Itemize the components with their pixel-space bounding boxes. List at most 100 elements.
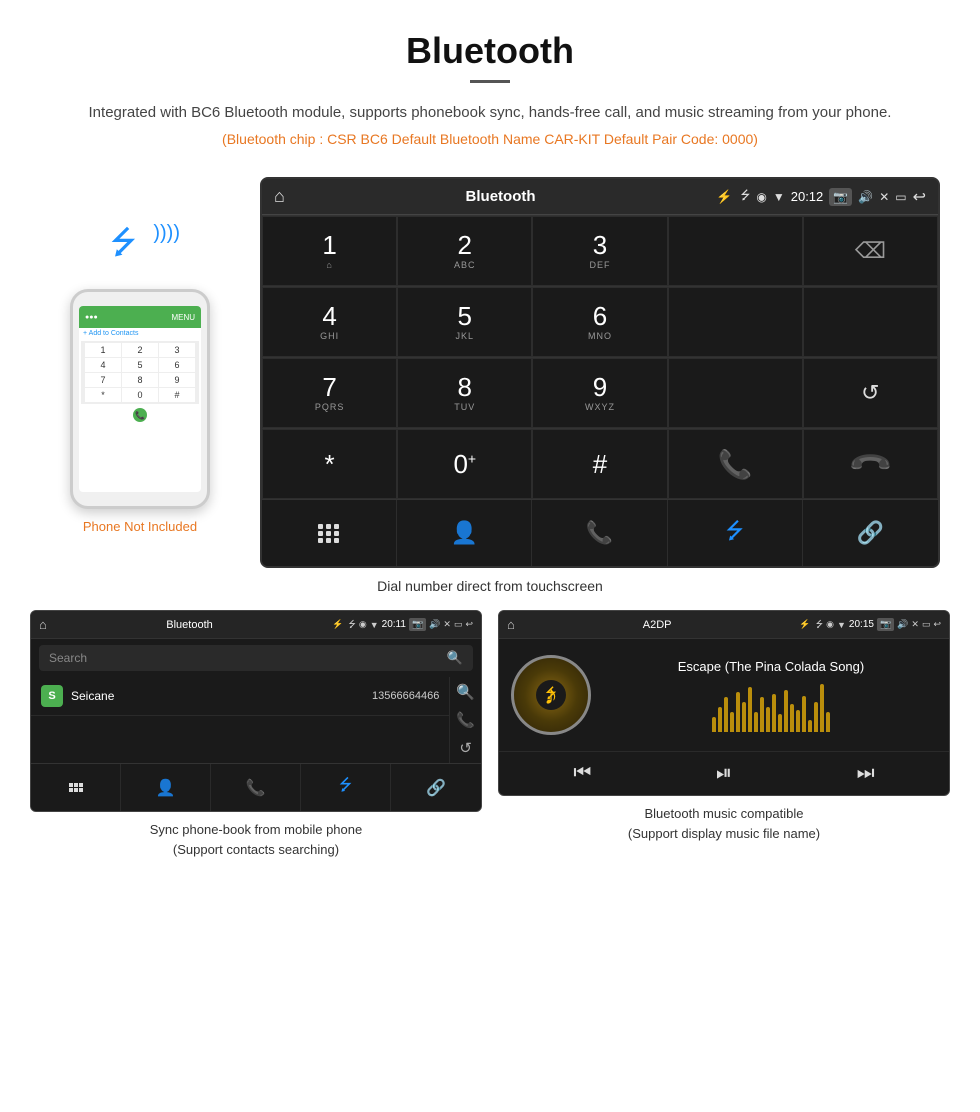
phone-bottom-bar: 📞 — [79, 406, 201, 424]
ms-cam-icon: 📷 — [877, 618, 894, 631]
pb-link-icon: 🔗 — [426, 778, 446, 798]
pb-person-icon: 👤 — [156, 778, 176, 798]
ms-time: 20:15 — [849, 619, 874, 630]
pb-nav-dialpad[interactable] — [31, 764, 121, 811]
pb-call-icon: 📞 — [246, 778, 266, 798]
pb-bt-nav-icon: ⭍ — [339, 774, 352, 801]
nav-dialpad-btn[interactable] — [262, 500, 397, 566]
music-screen: ⌂ A2DP ⚡ ⭍ ◉ ▼ 20:15 📷 🔊 ✕ ▭ ↩ — [498, 610, 950, 796]
nav-contacts-btn[interactable]: 👤 — [397, 500, 532, 566]
home-icon[interactable]: ⌂ — [274, 186, 285, 207]
ms-vol-icon: 🔊 — [897, 619, 908, 630]
ms-wifi-icon: ▼ — [837, 620, 846, 630]
pb-content-area: S Seicane 13566664466 🔍 📞 ↺ — [31, 677, 481, 763]
key-8[interactable]: 8 TUV — [397, 358, 532, 428]
back-icon[interactable]: ↩ — [913, 187, 926, 207]
nav-bluetooth-btn[interactable]: ⭍ — [668, 500, 803, 566]
ms-equalizer — [605, 682, 937, 732]
bluetooth-status-icon: ⭍ — [740, 186, 750, 207]
key-4[interactable]: 4 GHI — [262, 287, 397, 357]
ms-status-icons: ⭍ ◉ ▼ 20:15 📷 🔊 ✕ ▭ ↩ — [816, 617, 941, 633]
ms-home-icon[interactable]: ⌂ — [507, 617, 515, 632]
ms-song-title: Escape (The Pina Colada Song) — [605, 659, 937, 674]
pb-side-phone-icon[interactable]: 📞 — [456, 711, 475, 729]
dial-status-icons: ⭍ ◉ ▼ 20:12 📷 🔊 ✕ ▭ ↩ — [740, 186, 926, 207]
ms-status-bar: ⌂ A2DP ⚡ ⭍ ◉ ▼ 20:15 📷 🔊 ✕ ▭ ↩ — [499, 611, 949, 639]
phone-screen-header: ●●● MENU — [79, 306, 201, 328]
key-empty-2 — [668, 287, 803, 357]
pb-home-icon[interactable]: ⌂ — [39, 617, 47, 632]
pb-status-bar: ⌂ Bluetooth ⚡ ⭍ ◉ ▼ 20:11 📷 🔊 ✕ ▭ ↩ — [31, 611, 481, 639]
pb-back-icon[interactable]: ↩ — [465, 619, 473, 630]
key-hash[interactable]: # — [532, 429, 667, 499]
usb-icon: ⚡ — [716, 189, 732, 205]
key-call-green[interactable]: 📞 — [668, 429, 803, 499]
ms-play-pause-btn[interactable]: ⏯ — [716, 762, 732, 785]
key-1[interactable]: 1 ⌂ — [262, 216, 397, 286]
pb-contacts-list: S Seicane 13566664466 — [31, 677, 449, 763]
pb-nav-person[interactable]: 👤 — [121, 764, 211, 811]
key-0[interactable]: 0+ — [397, 429, 532, 499]
eq-bar-9 — [760, 697, 764, 732]
pb-dialpad-icon — [69, 783, 83, 792]
nav-phone-btn[interactable]: 📞 — [532, 500, 667, 566]
keypad-row-3: 7 PQRS 8 TUV 9 WXYZ ↺ — [262, 357, 938, 428]
bluetooth-waves-icon: )))) — [153, 222, 180, 245]
dial-screen: ⌂ Bluetooth ⚡ ⭍ ◉ ▼ 20:12 📷 🔊 ✕ ▭ ↩ 1 ⌂ — [260, 177, 940, 568]
pb-contact-name: Seicane — [71, 689, 364, 703]
window-icon[interactable]: ▭ — [895, 190, 906, 204]
ms-title: A2DP — [643, 619, 672, 631]
pb-contact-row[interactable]: S Seicane 13566664466 — [31, 677, 449, 716]
key-star[interactable]: * — [262, 429, 397, 499]
key-refresh[interactable]: ↺ — [803, 358, 938, 428]
nav-link-btn[interactable]: 🔗 — [803, 500, 938, 566]
dial-status-bar: ⌂ Bluetooth ⚡ ⭍ ◉ ▼ 20:12 📷 🔊 ✕ ▭ ↩ — [262, 179, 938, 215]
key-backspace[interactable]: ⌫ — [803, 216, 938, 286]
volume-icon[interactable]: 🔊 — [858, 190, 873, 204]
main-content-area: ⭍ )))) ●●● MENU + Add to Contacts 1 2 3 … — [0, 177, 980, 568]
pb-side-refresh-icon[interactable]: ↺ — [459, 739, 472, 757]
status-time: 20:12 — [791, 189, 824, 204]
ms-back-icon[interactable]: ↩ — [933, 619, 941, 630]
key-3[interactable]: 3 DEF — [532, 216, 667, 286]
contacts-icon: 👤 — [451, 520, 478, 546]
ms-rect-icon: ▭ — [922, 619, 931, 630]
key-5[interactable]: 5 JKL — [397, 287, 532, 357]
eq-bar-11 — [772, 694, 776, 732]
pb-time: 20:11 — [382, 619, 406, 630]
pb-search-placeholder: Search — [49, 651, 87, 665]
eq-bar-3 — [724, 697, 728, 732]
camera-icon[interactable]: 📷 — [829, 188, 852, 206]
keypad-row-2: 4 GHI 5 JKL 6 MNO — [262, 286, 938, 357]
pb-bottom-nav: 👤 📞 ⭍ 🔗 — [31, 763, 481, 811]
ms-prev-btn[interactable]: ⏮ — [573, 762, 591, 785]
title-divider — [470, 80, 510, 83]
ms-info: Escape (The Pina Colada Song) — [605, 659, 937, 732]
page-header: Bluetooth Integrated with BC6 Bluetooth … — [0, 0, 980, 177]
pb-search-bar[interactable]: Search 🔍 — [39, 645, 473, 671]
pb-wifi-icon: ▼ — [370, 620, 379, 630]
ms-loc-icon: ◉ — [826, 619, 834, 630]
page-description: Integrated with BC6 Bluetooth module, su… — [60, 101, 920, 125]
eq-bar-2 — [718, 707, 722, 732]
dialpad-icon — [318, 524, 340, 543]
key-9[interactable]: 9 WXYZ — [532, 358, 667, 428]
ms-next-btn[interactable]: ⏭ — [857, 762, 875, 785]
key-2[interactable]: 2 ABC — [397, 216, 532, 286]
phonebook-card: ⌂ Bluetooth ⚡ ⭍ ◉ ▼ 20:11 📷 🔊 ✕ ▭ ↩ Sear… — [30, 610, 482, 859]
pb-side-search-icon[interactable]: 🔍 — [456, 683, 475, 701]
dial-bottom-nav: 👤 📞 ⭍ 🔗 — [262, 499, 938, 566]
phone-icon: 📞 — [586, 520, 613, 546]
pb-status-icons: ⭍ ◉ ▼ 20:11 📷 🔊 ✕ ▭ ↩ — [348, 617, 473, 633]
key-7[interactable]: 7 PQRS — [262, 358, 397, 428]
key-6[interactable]: 6 MNO — [532, 287, 667, 357]
phonebook-screen: ⌂ Bluetooth ⚡ ⭍ ◉ ▼ 20:11 📷 🔊 ✕ ▭ ↩ Sear… — [30, 610, 482, 812]
pb-nav-call[interactable]: 📞 — [211, 764, 301, 811]
eq-bar-4 — [730, 712, 734, 732]
dial-caption: Dial number direct from touchscreen — [0, 578, 980, 594]
key-call-red[interactable]: 📞 — [803, 429, 938, 499]
pb-nav-bt[interactable]: ⭍ — [301, 764, 391, 811]
pb-nav-link[interactable]: 🔗 — [391, 764, 481, 811]
eq-bar-18 — [814, 702, 818, 732]
close-icon[interactable]: ✕ — [879, 190, 889, 204]
